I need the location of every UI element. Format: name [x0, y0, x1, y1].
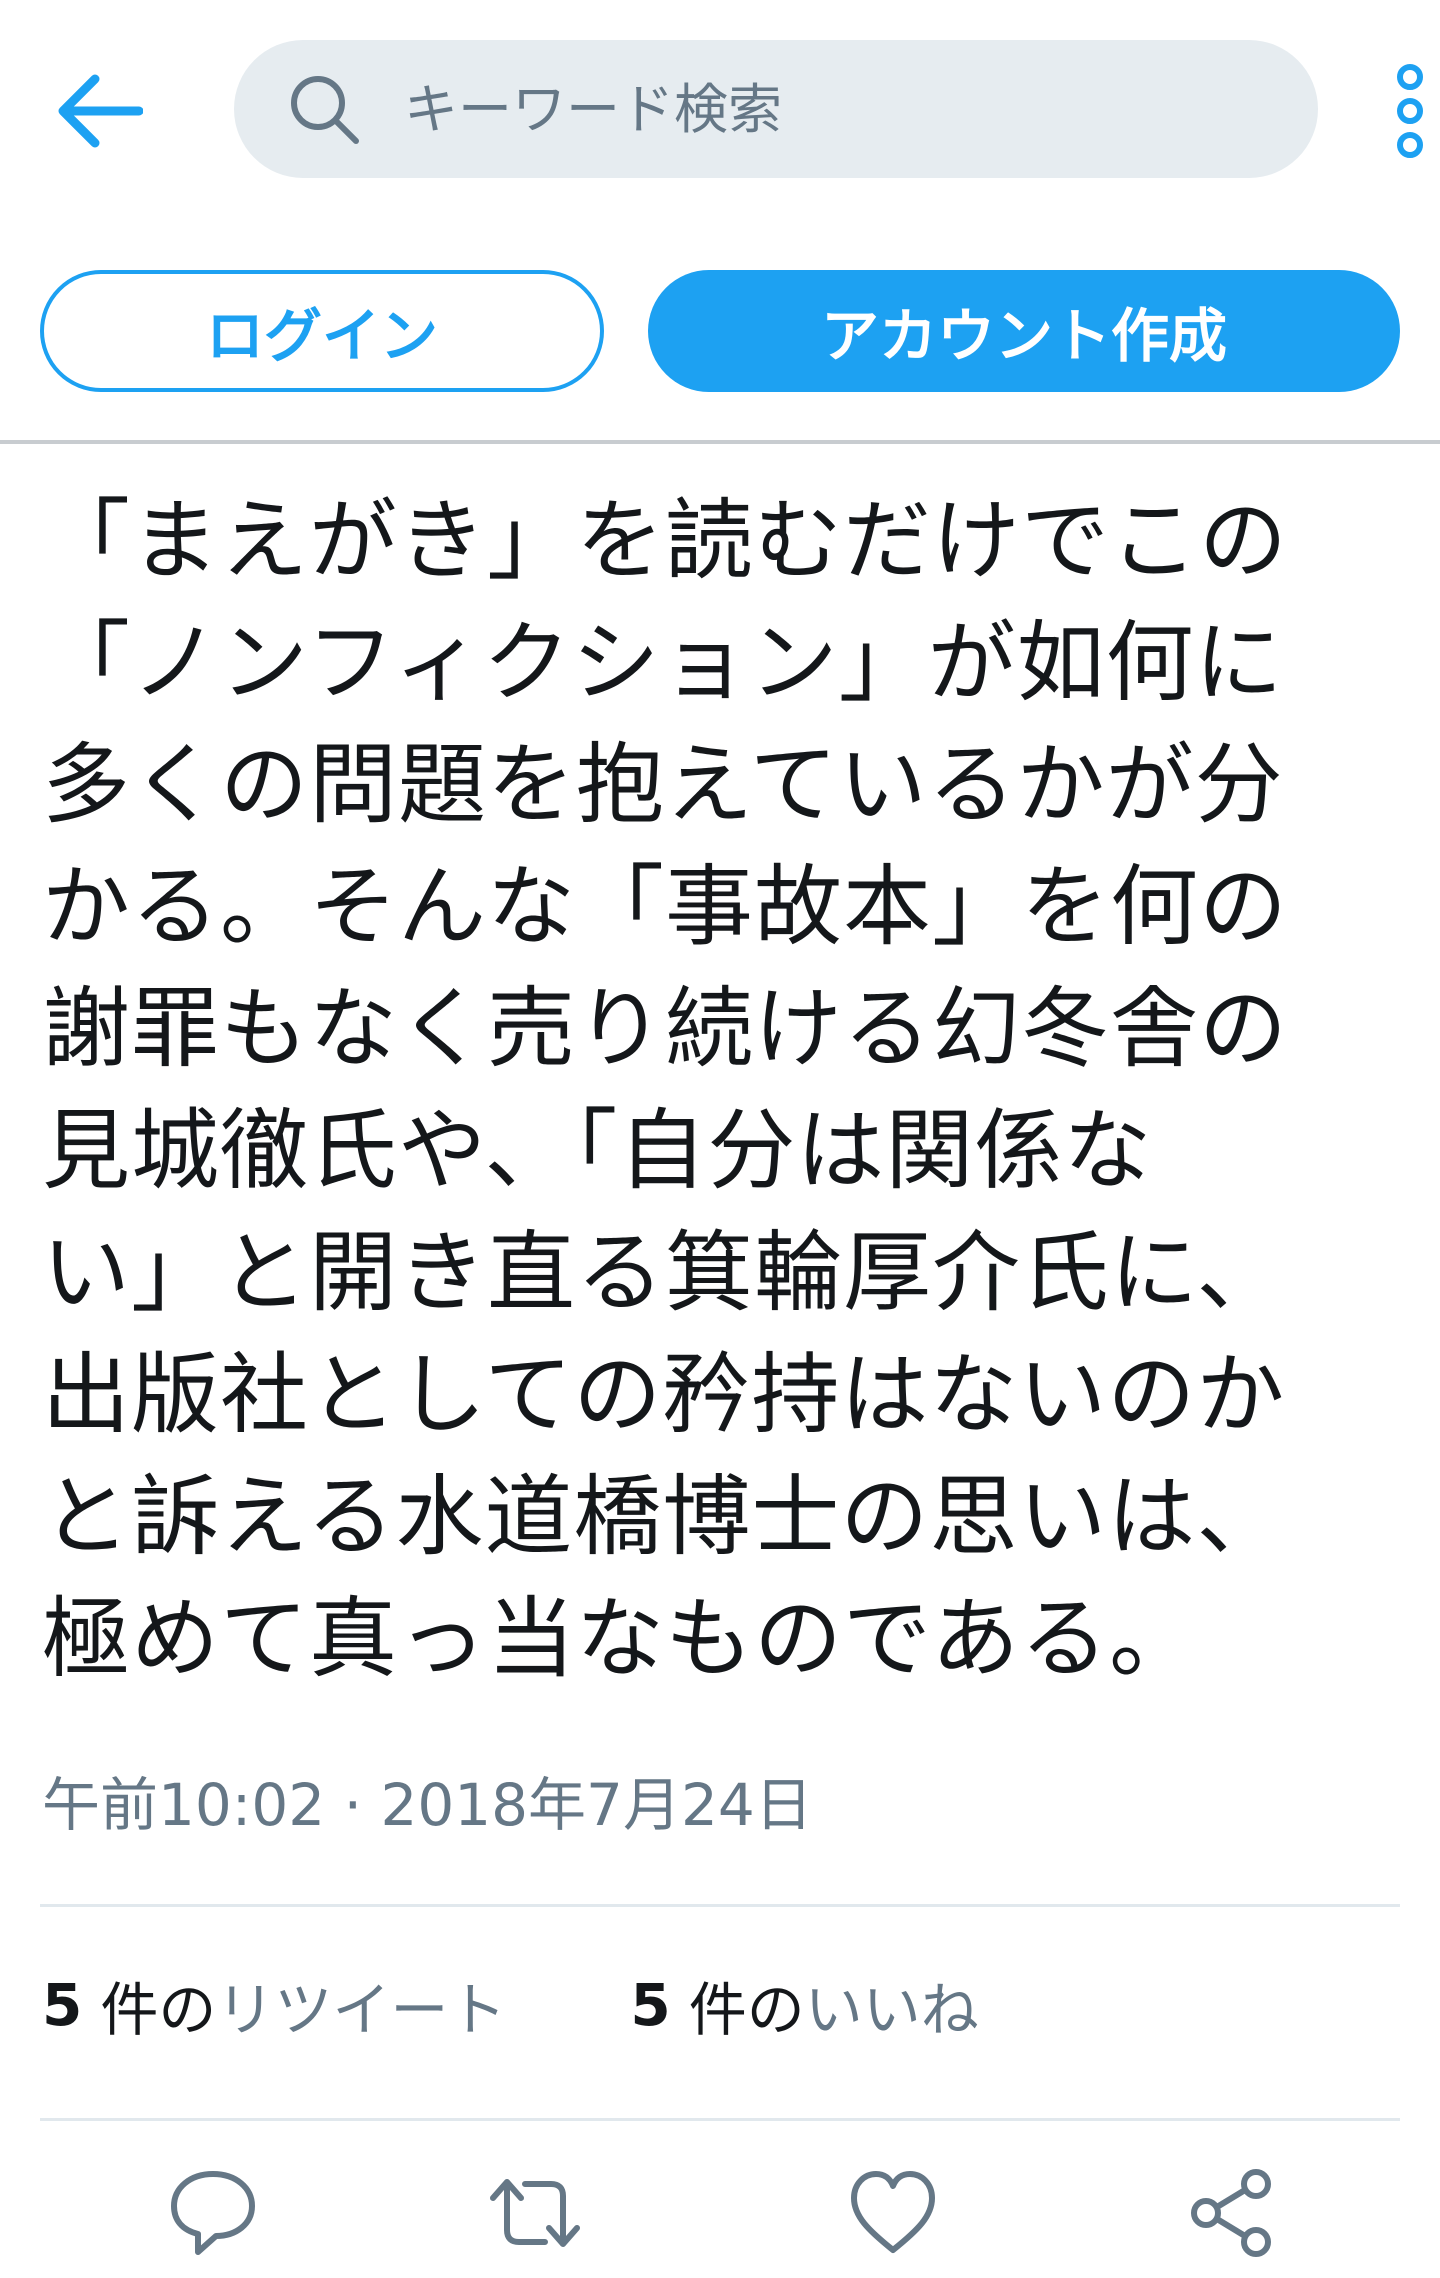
retweet-button[interactable]	[480, 2168, 590, 2278]
share-button[interactable]	[1176, 2168, 1286, 2278]
like-count-link[interactable]: 5 件の いいね	[630, 1963, 978, 2047]
create-account-button[interactable]: アカウント作成	[648, 270, 1400, 392]
search-bar[interactable]	[234, 40, 1318, 178]
more-options-button[interactable]	[1390, 56, 1440, 166]
like-unit: 件の	[688, 1976, 805, 2044]
reply-icon	[171, 2171, 255, 2255]
retweet-unit: 件の	[100, 1976, 217, 2044]
tweet-stats: 5 件の リツイート 5 件の いいね	[42, 1960, 1103, 2050]
header-divider	[0, 440, 1440, 444]
like-button[interactable]	[838, 2168, 948, 2278]
retweet-icon	[490, 2179, 580, 2247]
back-button[interactable]	[44, 56, 154, 166]
vertical-dots-icon	[1397, 64, 1423, 158]
tweet-timestamp[interactable]: 午前10:02 · 2018年7月24日	[42, 1758, 813, 1842]
share-icon	[1191, 2169, 1271, 2257]
like-label: いいね	[804, 1976, 979, 2044]
login-button[interactable]: ログイン	[40, 270, 604, 392]
like-count: 5	[630, 1971, 671, 2039]
tweet-text: 「まえがき」を読むだけでこの 「ノンフィクション」が如何に 多くの問題を抱えてい…	[42, 489, 1289, 1690]
retweet-count: 5	[42, 1971, 83, 2039]
stats-divider	[40, 2118, 1400, 2121]
retweet-label: リツイート	[216, 1976, 507, 2044]
arrow-left-icon	[58, 74, 143, 148]
search-input[interactable]	[402, 58, 1286, 160]
search-icon	[291, 76, 359, 144]
timestamp-divider	[40, 1904, 1400, 1907]
like-icon	[851, 2171, 935, 2253]
reply-button[interactable]	[158, 2168, 268, 2278]
retweet-count-link[interactable]: 5 件の リツイート	[42, 1963, 506, 2047]
